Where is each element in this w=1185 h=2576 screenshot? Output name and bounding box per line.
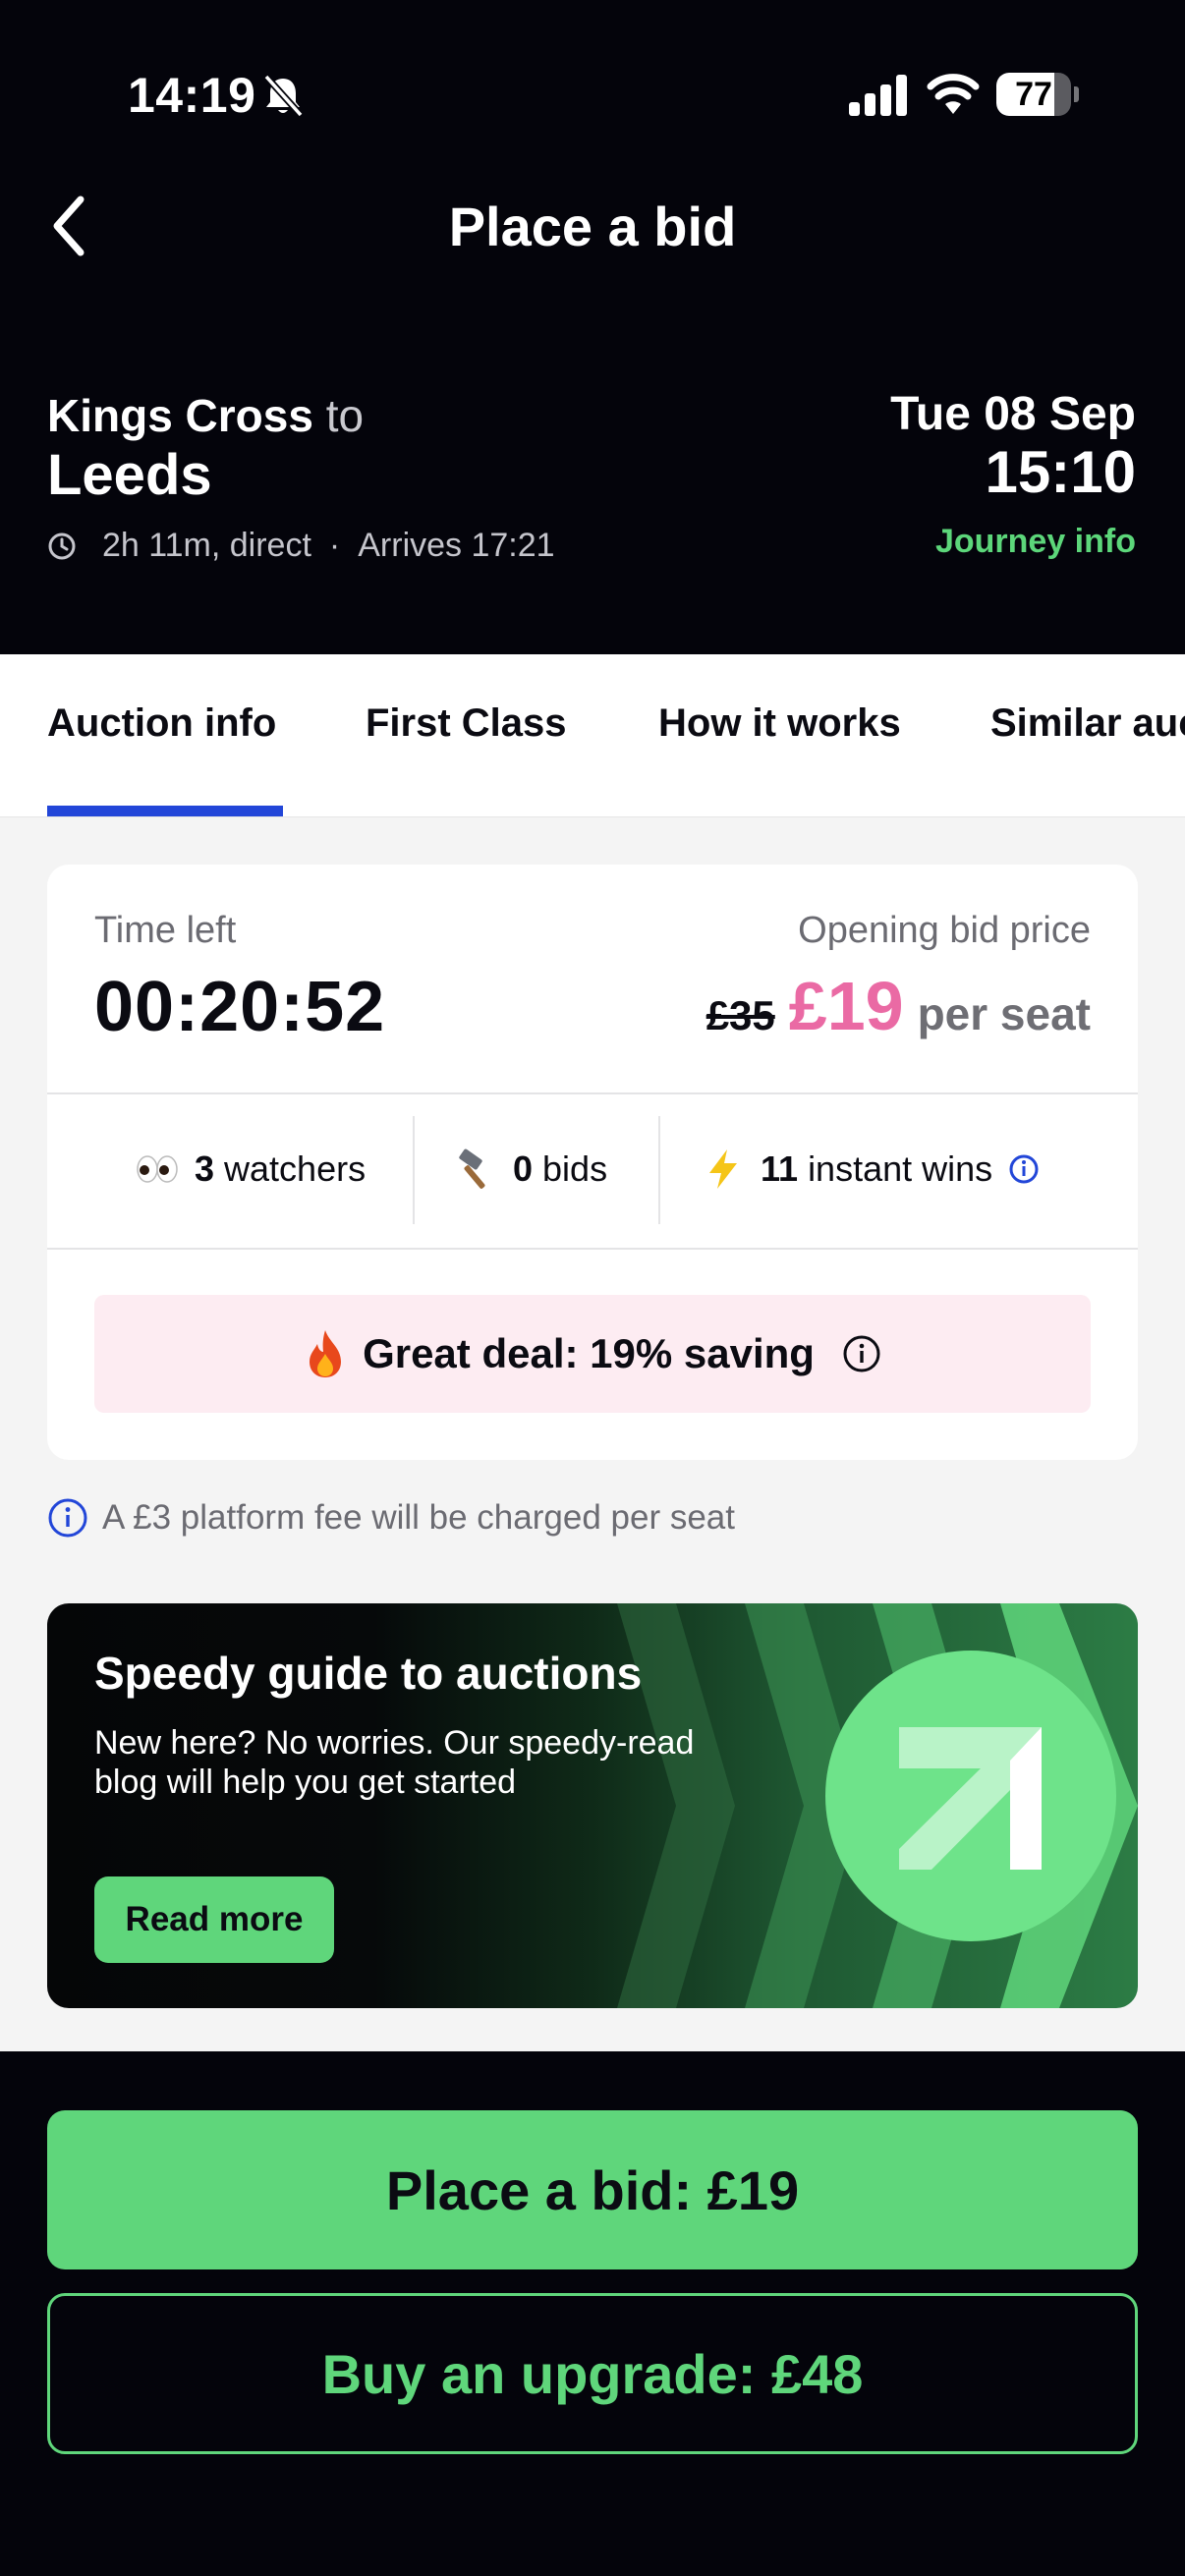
battery-icon: 77: [996, 73, 1079, 116]
bids-stat: 0 bids: [454, 1148, 607, 1191]
promo-body: New here? No worries. Our speedy-read bl…: [94, 1724, 695, 1801]
auction-info-card: Time left 00:20:52 Opening bid price £35…: [47, 865, 1138, 1460]
time-left-label: Time left: [94, 910, 237, 951]
divider: [47, 1092, 1138, 1094]
tab-how-it-works[interactable]: How it works: [658, 701, 901, 746]
instant-wins-count: 11: [761, 1148, 799, 1189]
divider: [413, 1116, 415, 1224]
platform-fee-note: A £3 platform fee will be charged per se…: [47, 1497, 735, 1539]
original-price: £35: [705, 992, 775, 1038]
journey-info-link[interactable]: Journey info: [935, 523, 1136, 561]
price-unit: per seat: [917, 988, 1091, 1039]
brand-logo-art: [617, 1603, 1138, 2008]
fire-icon: [310, 1330, 342, 1377]
status-bar: 14:19 77: [0, 0, 1185, 187]
platform-fee-text: A £3 platform fee will be charged per se…: [102, 1498, 735, 1537]
price-row: £35 £19 per seat: [706, 967, 1091, 1045]
route-origin-line: Kings Cross to: [47, 389, 364, 442]
deal-banner: Great deal: 19% saving: [94, 1295, 1091, 1413]
tab-auction-info[interactable]: Auction info: [47, 701, 276, 746]
header: 14:19 77 Place a bid Kings Cross to Leed…: [0, 0, 1185, 654]
tab-similar-auctions[interactable]: Similar auctions: [990, 701, 1185, 746]
lightning-icon: [709, 1149, 737, 1189]
divider: [658, 1116, 660, 1224]
bottom-action-bar: Place a bid: £19 Buy an upgrade: £48: [0, 2051, 1185, 2576]
wifi-icon: [927, 74, 980, 114]
deal-text: Great deal: 19% saving: [363, 1330, 815, 1376]
battery-level: 77: [1015, 76, 1052, 113]
tab-bar: Auction info First Class How it works Si…: [0, 654, 1185, 817]
route-arrival: Arrives 17:21: [358, 527, 555, 564]
hammer-icon: [459, 1148, 485, 1189]
instant-wins-stat[interactable]: 11 instant wins: [702, 1148, 1040, 1191]
route-separator: ·: [328, 527, 341, 564]
read-more-button[interactable]: Read more: [94, 1876, 334, 1963]
route-origin: Kings Cross: [47, 390, 313, 441]
status-time: 14:19: [128, 68, 256, 123]
bids-count: 0: [513, 1148, 534, 1189]
departure-time: 15:10: [985, 439, 1136, 505]
bell-off-icon: [263, 74, 304, 118]
departure-date: Tue 08 Sep: [890, 388, 1136, 440]
route-destination: Leeds: [47, 443, 212, 507]
opening-bid-label: Opening bid price: [798, 910, 1091, 951]
route-meta: 2h 11m, direct · Arrives 17:21: [47, 527, 555, 565]
info-icon[interactable]: [842, 1334, 881, 1373]
speedy-guide-card[interactable]: Speedy guide to auctions New here? No wo…: [47, 1603, 1138, 2008]
page-title: Place a bid: [448, 196, 737, 257]
promo-title: Speedy guide to auctions: [94, 1648, 643, 1699]
instant-wins-label: instant wins: [808, 1148, 993, 1189]
clock-icon: [48, 532, 76, 559]
active-tab-indicator: [47, 806, 283, 816]
info-icon[interactable]: [1008, 1153, 1040, 1185]
tab-first-class[interactable]: First Class: [366, 701, 567, 746]
bids-label: bids: [542, 1148, 608, 1189]
eyes-icon: [137, 1155, 178, 1183]
signal-icon: [849, 75, 907, 116]
current-price: £19: [788, 968, 904, 1044]
place-bid-button[interactable]: Place a bid: £19: [47, 2110, 1138, 2269]
watchers-count: 3: [195, 1148, 215, 1189]
route-duration: 2h 11m, direct: [102, 527, 311, 564]
divider: [47, 1248, 1138, 1250]
buy-upgrade-button[interactable]: Buy an upgrade: £48: [47, 2293, 1138, 2454]
watchers-label: watchers: [224, 1148, 367, 1189]
route-to-word: to: [325, 390, 365, 441]
info-icon: [48, 1498, 87, 1538]
time-left-countdown: 00:20:52: [94, 968, 386, 1046]
watchers-stat: 3 watchers: [136, 1148, 366, 1191]
